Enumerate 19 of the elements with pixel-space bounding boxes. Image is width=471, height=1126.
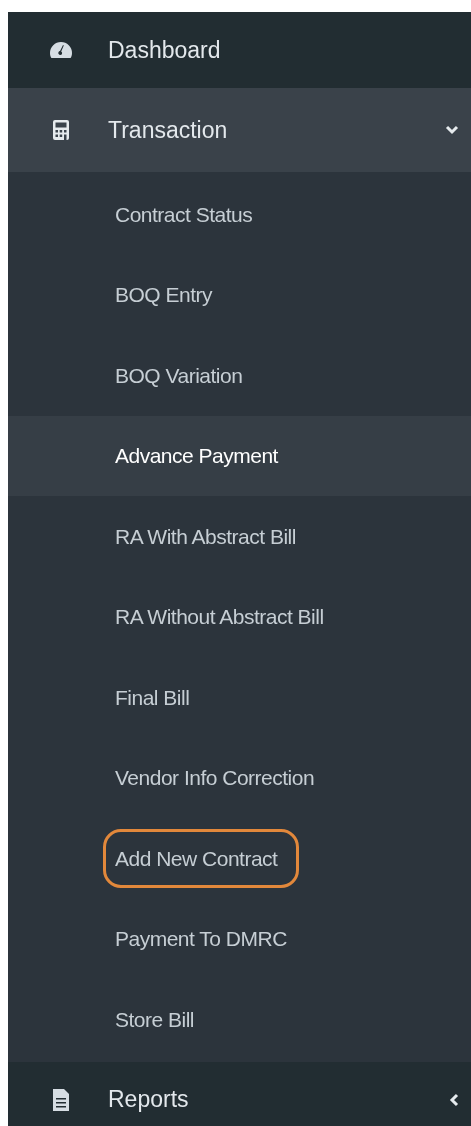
submenu-item[interactable]: Store Bill <box>8 979 471 1060</box>
chevron-left-icon <box>449 1092 459 1107</box>
submenu-item[interactable]: Payment To DMRC <box>8 898 471 979</box>
submenu-item[interactable]: RA With Abstract Bill <box>8 496 471 577</box>
submenu-item[interactable]: Vendor Info Correction <box>8 737 471 818</box>
dashboard-icon <box>49 40 73 60</box>
submenu-item[interactable]: Add New Contract <box>8 818 471 899</box>
menu-item[interactable]: Transaction <box>8 88 471 172</box>
menu-item[interactable]: Dashboard <box>8 12 471 88</box>
submenu-item[interactable]: BOQ Variation <box>8 335 471 416</box>
submenu-item[interactable]: Advance Payment <box>8 415 471 496</box>
submenu-item[interactable]: Contract Status <box>8 174 471 255</box>
chevron-down-icon <box>445 125 459 135</box>
submenu-item[interactable]: BOQ Entry <box>8 254 471 335</box>
calculator-icon <box>52 119 70 141</box>
menu-item[interactable]: Reports <box>8 1061 471 1126</box>
document-icon <box>52 1087 70 1112</box>
submenu-item[interactable]: Final Bill <box>8 657 471 738</box>
submenu-item[interactable]: RA Without Abstract Bill <box>8 576 471 657</box>
